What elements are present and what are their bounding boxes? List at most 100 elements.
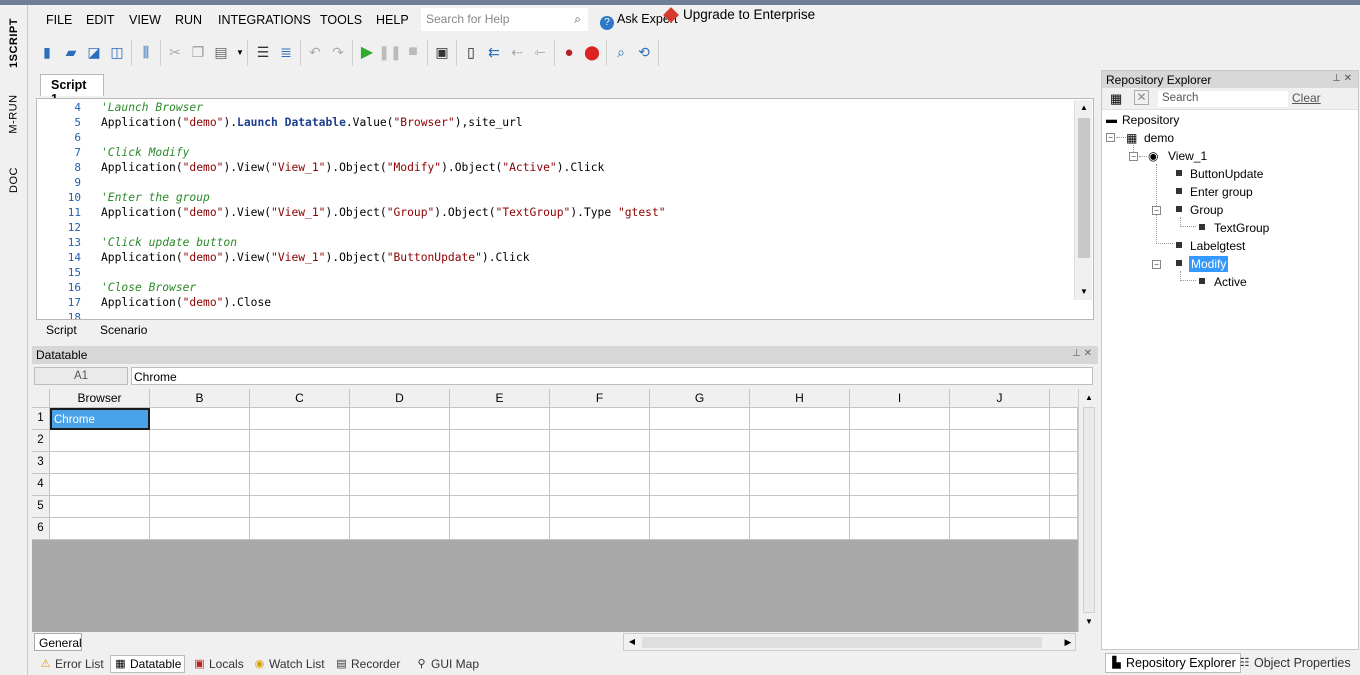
row-header[interactable]: 1: [32, 408, 50, 430]
run-play-icon[interactable]: ▶: [358, 43, 376, 61]
menu-view[interactable]: VIEW: [129, 13, 161, 27]
menu-help[interactable]: HELP: [376, 13, 409, 27]
undo-icon[interactable]: ↶: [306, 43, 324, 61]
tree-node-demo[interactable]: demo: [1144, 131, 1174, 145]
grid-cell[interactable]: [50, 430, 150, 452]
sidebar-tab-1script[interactable]: 1SCRIPT: [2, 11, 26, 75]
row-header[interactable]: 2: [32, 430, 50, 452]
row-header[interactable]: 6: [32, 518, 50, 540]
grid-cell[interactable]: [150, 518, 250, 540]
menu-edit[interactable]: EDIT: [86, 13, 114, 27]
grid-cell[interactable]: [550, 408, 650, 430]
collapse-icon[interactable]: −: [1152, 206, 1161, 215]
editor-scrollbar[interactable]: ▲ ▼: [1074, 100, 1092, 300]
scrollbar-thumb[interactable]: [1078, 118, 1090, 258]
scroll-up-icon[interactable]: ▲: [1078, 102, 1090, 114]
grid-cell[interactable]: [850, 408, 950, 430]
close-icon[interactable]: ✕: [1344, 73, 1352, 84]
grid-cell[interactable]: [150, 408, 250, 430]
tree-node-buttonupdate[interactable]: ButtonUpdate: [1190, 167, 1263, 181]
record-icon[interactable]: ●: [560, 43, 578, 61]
step-over-icon[interactable]: ⇽: [531, 43, 549, 61]
tab-error-list[interactable]: ⚠ Error List: [36, 655, 107, 673]
pause-icon[interactable]: ❚❚: [378, 43, 401, 61]
code-editor[interactable]: 4 'Launch Browser 5 Application("demo").La…: [36, 98, 1094, 320]
row-header[interactable]: 3: [32, 452, 50, 474]
grid-cell[interactable]: [750, 474, 850, 496]
grid-cell[interactable]: [250, 452, 350, 474]
grid-cell[interactable]: [350, 408, 450, 430]
grid-cell[interactable]: [450, 430, 550, 452]
column-header[interactable]: [1050, 389, 1078, 408]
save-all-icon[interactable]: ◫: [108, 43, 126, 61]
pin-icon[interactable]: ⊥: [1332, 73, 1341, 84]
grid-cell[interactable]: [750, 408, 850, 430]
grid-cell[interactable]: [650, 430, 750, 452]
grid-cell[interactable]: [750, 518, 850, 540]
grid-cell[interactable]: [1050, 430, 1078, 452]
grid-cell[interactable]: [50, 452, 150, 474]
grid-cell[interactable]: [1050, 474, 1078, 496]
grid-cell[interactable]: [350, 518, 450, 540]
grid-vertical-scrollbar[interactable]: ▲ ▼: [1078, 389, 1098, 632]
grid-cell[interactable]: [750, 430, 850, 452]
grid-cell[interactable]: [550, 452, 650, 474]
grid-cell[interactable]: [650, 408, 750, 430]
grid-cell[interactable]: [50, 518, 150, 540]
column-header[interactable]: H: [750, 389, 850, 408]
grid-cell[interactable]: Chrome: [50, 408, 150, 430]
tree-node-modify[interactable]: Modify: [1189, 256, 1229, 272]
tree-node-view-1[interactable]: View_1: [1168, 149, 1207, 163]
tab-gui-map[interactable]: ⚲ GUI Map: [412, 655, 482, 673]
scroll-right-icon[interactable]: ▶: [1060, 633, 1076, 651]
grid-cell[interactable]: [950, 408, 1050, 430]
column-header[interactable]: G: [650, 389, 750, 408]
tree-node-labelgtest[interactable]: Labelgtest: [1190, 239, 1245, 253]
tab-script[interactable]: Script: [38, 322, 85, 338]
indent-icon[interactable]: ☰: [254, 43, 272, 61]
sidebar-tab-doc[interactable]: DOC: [2, 155, 26, 205]
redo-icon[interactable]: ↷: [329, 43, 347, 61]
grid-cell[interactable]: [650, 452, 750, 474]
grid-cell[interactable]: [450, 518, 550, 540]
scrollbar-thumb[interactable]: [642, 637, 1042, 648]
grid-cell[interactable]: [450, 496, 550, 518]
menu-tools[interactable]: TOOLS: [320, 13, 362, 27]
grid-cell[interactable]: [250, 430, 350, 452]
grid-cell[interactable]: [650, 518, 750, 540]
tree-node-enter-group[interactable]: Enter group: [1190, 185, 1253, 199]
tab-datatable[interactable]: ▦ Datatable: [110, 655, 186, 673]
grid-cell[interactable]: [150, 496, 250, 518]
tab-object-properties[interactable]: ☷ Object Properties: [1234, 653, 1355, 673]
grid-cell[interactable]: [350, 430, 450, 452]
column-header[interactable]: I: [850, 389, 950, 408]
grid-cell[interactable]: [850, 430, 950, 452]
grid-cell[interactable]: [450, 474, 550, 496]
grid-cell[interactable]: [950, 430, 1050, 452]
clear-filter-icon[interactable]: ✕: [1134, 90, 1149, 105]
scroll-left-icon[interactable]: ◀: [626, 636, 638, 648]
grid-cell[interactable]: [150, 430, 250, 452]
grid-cell[interactable]: [1050, 518, 1078, 540]
cut-icon[interactable]: ✂: [166, 43, 184, 61]
upgrade-enterprise-button[interactable]: Upgrade to Enterprise: [663, 6, 815, 23]
grid-cell[interactable]: [850, 452, 950, 474]
grid-cell[interactable]: [950, 474, 1050, 496]
grid-cell[interactable]: [250, 474, 350, 496]
grid-cell[interactable]: [250, 408, 350, 430]
tree-node-textgroup[interactable]: TextGroup: [1214, 221, 1269, 235]
grid-view-icon[interactable]: ▦: [1110, 91, 1122, 107]
copy-icon[interactable]: ❐: [189, 43, 207, 61]
paste-icon[interactable]: ▤: [212, 43, 230, 61]
sidebar-tab-m-run[interactable]: M-RUN: [2, 83, 26, 145]
grid-cell[interactable]: [550, 474, 650, 496]
grid-cell[interactable]: [450, 408, 550, 430]
cell-reference-box[interactable]: A1: [34, 367, 128, 385]
column-header[interactable]: C: [250, 389, 350, 408]
find-icon[interactable]: ⌕: [612, 43, 630, 61]
help-search-input[interactable]: Search for Help ⌕: [421, 8, 588, 31]
scrollbar-thumb[interactable]: [1083, 407, 1095, 613]
grid-cell[interactable]: [1050, 496, 1078, 518]
new-file-icon[interactable]: ▮: [38, 43, 56, 61]
tab-script-1[interactable]: Script 1: [40, 74, 104, 106]
